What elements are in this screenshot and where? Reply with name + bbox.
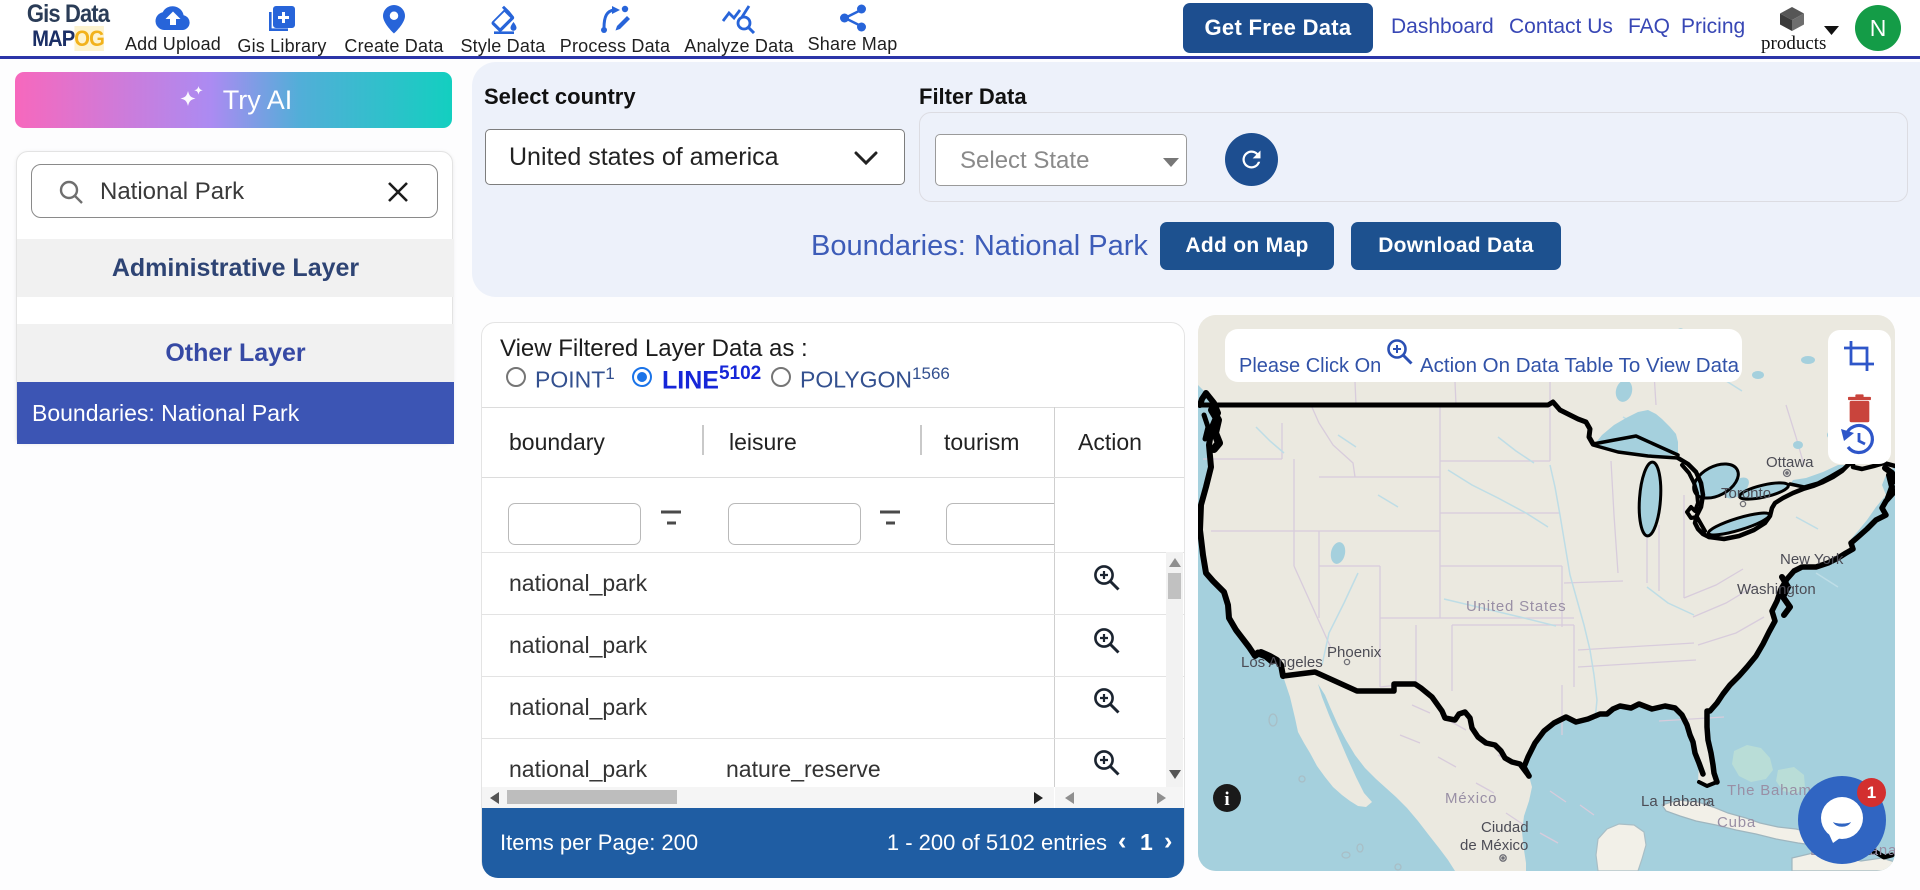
svg-text:Action On Data Table To View D: Action On Data Table To View Data xyxy=(1420,354,1740,377)
svg-text:New York: New York xyxy=(1780,551,1844,568)
svg-text:Washington: Washington xyxy=(1737,581,1816,598)
svg-text:Cuba: Cuba xyxy=(1717,814,1756,831)
svg-text:Los Angeles: Los Angeles xyxy=(1241,654,1323,671)
svg-text:i: i xyxy=(1224,789,1229,810)
svg-text:Toronto: Toronto xyxy=(1721,485,1771,502)
svg-text:México: México xyxy=(1445,790,1497,807)
svg-text:de México: de México xyxy=(1460,837,1528,854)
svg-text:United States: United States xyxy=(1466,598,1566,615)
svg-text:Ciudad: Ciudad xyxy=(1481,819,1529,836)
svg-text:Please Click On: Please Click On xyxy=(1239,355,1381,377)
svg-text:Phoenix: Phoenix xyxy=(1327,644,1382,661)
svg-text:Ottawa: Ottawa xyxy=(1766,454,1814,471)
